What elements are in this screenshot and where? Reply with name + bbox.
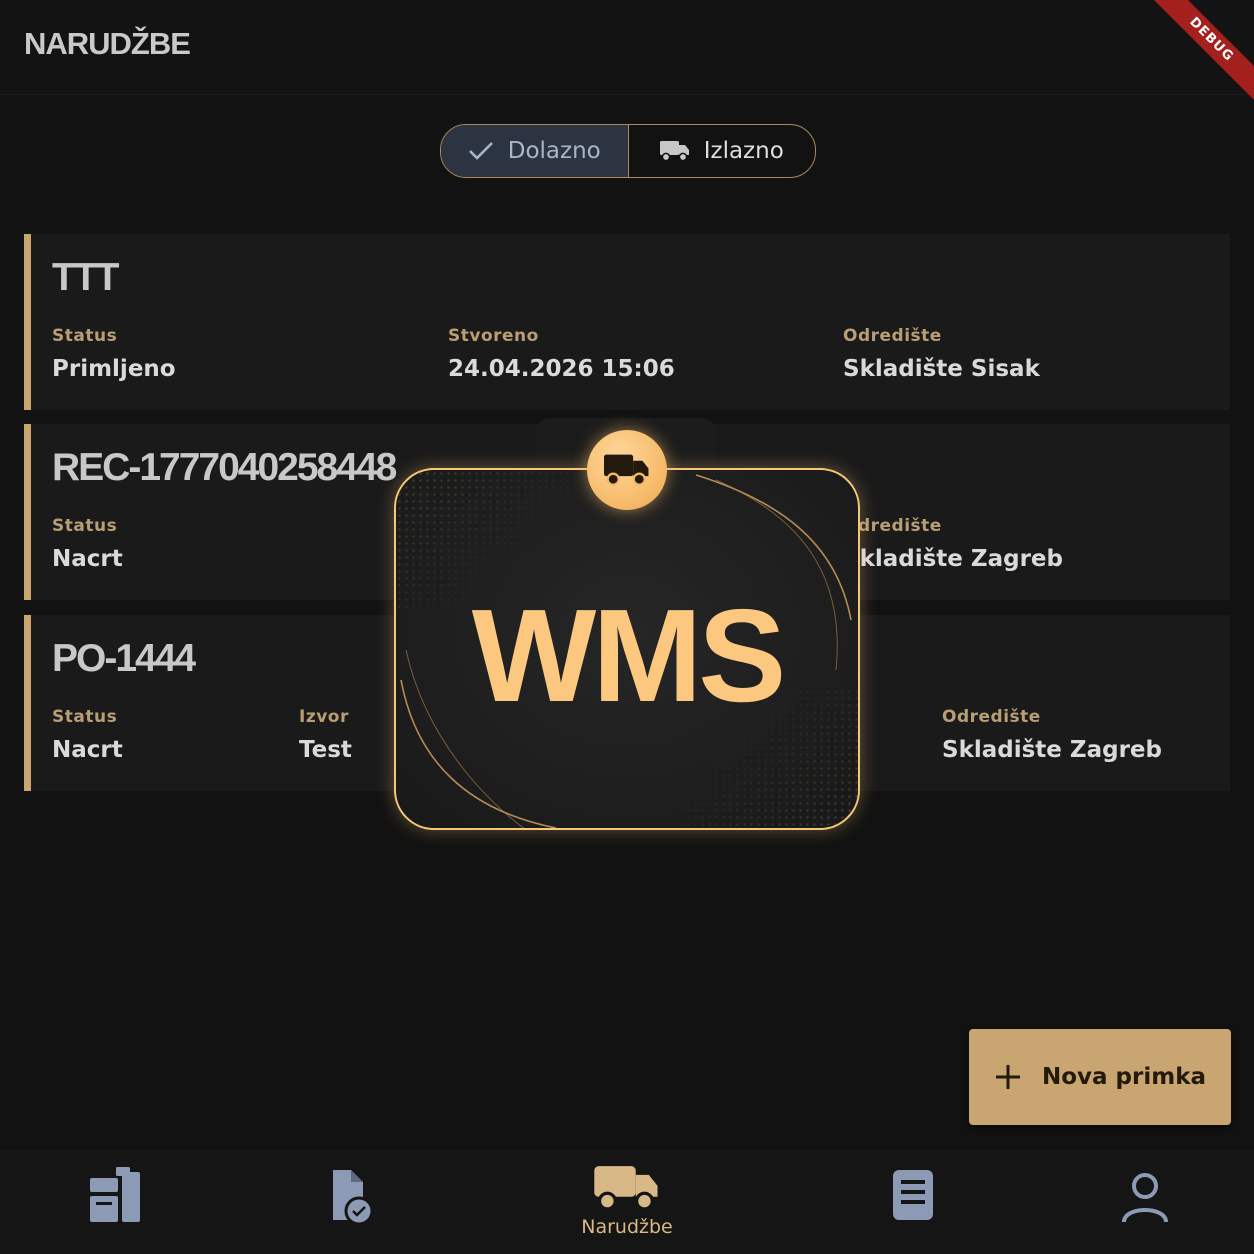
field-label: Odredište xyxy=(942,707,1041,727)
order-title: PO-1444 xyxy=(52,637,196,680)
field-value: Nacrt xyxy=(52,546,123,572)
field-value: Primljeno xyxy=(52,356,176,382)
order-title: REC-1777040258448 xyxy=(52,446,397,489)
field-value: Nacrt xyxy=(52,737,123,763)
field-value: Skladište Zagreb xyxy=(843,546,1063,572)
nav-item-documents[interactable] xyxy=(286,1164,406,1230)
nav-item-profile[interactable] xyxy=(1085,1164,1205,1230)
field-value: Skladište Sisak xyxy=(843,356,1040,382)
order-field-created: Stvoreno 24.04.2026 15:06 xyxy=(448,326,675,382)
toggle-incoming[interactable]: Dolazno xyxy=(441,125,629,177)
direction-toggle: Dolazno Izlazno xyxy=(440,124,816,178)
truck-icon xyxy=(659,141,689,162)
page-title: NARUDŽBE xyxy=(24,26,191,61)
order-field-status: Status Nacrt xyxy=(52,707,123,763)
user-icon xyxy=(1122,1173,1168,1223)
truck-icon xyxy=(594,1166,658,1211)
nav-label: Narudžbe xyxy=(581,1216,673,1238)
app-bar: NARUDŽBE xyxy=(0,0,1254,95)
bottom-navigation: Narudžbe xyxy=(0,1150,1254,1254)
field-value: Test xyxy=(299,737,352,763)
order-field-status: Status Primljeno xyxy=(52,326,176,382)
toggle-outgoing[interactable]: Izlazno xyxy=(629,125,816,177)
nav-item-catalog[interactable] xyxy=(855,1164,975,1230)
book-icon xyxy=(893,1170,933,1220)
splash-card: WMS xyxy=(394,468,860,830)
order-field-destination: Odredište Skladište Zagreb xyxy=(843,516,1063,572)
field-label: Odredište xyxy=(843,326,942,346)
order-field-destination: Odredište Skladište Zagreb xyxy=(942,707,1162,763)
order-field-status: Status Nacrt xyxy=(52,516,123,572)
order-field-source: Izvor Test xyxy=(299,707,352,763)
order-card[interactable]: TTT Status Primljeno Stvoreno 24.04.2026… xyxy=(24,234,1230,410)
field-label: Odredište xyxy=(843,516,942,536)
toggle-outgoing-label: Izlazno xyxy=(703,138,784,164)
truck-icon xyxy=(604,454,649,486)
new-receipt-button[interactable]: Nova primka xyxy=(969,1029,1231,1125)
field-value: Skladište Zagreb xyxy=(942,737,1162,763)
inventory-icon xyxy=(90,1167,140,1222)
nav-item-orders[interactable]: Narudžbe xyxy=(567,1164,687,1238)
field-label: Status xyxy=(52,516,118,536)
plus-icon xyxy=(995,1065,1020,1089)
order-field-destination: Odredište Skladište Sisak xyxy=(843,326,1040,382)
toggle-incoming-label: Dolazno xyxy=(507,138,601,164)
field-label: Izvor xyxy=(299,707,349,727)
document-check-icon xyxy=(333,1170,374,1226)
nav-item-inventory[interactable] xyxy=(54,1164,174,1230)
field-label: Status xyxy=(52,326,118,346)
field-value: 24.04.2026 15:06 xyxy=(448,356,675,382)
check-icon xyxy=(468,142,493,160)
new-receipt-label: Nova primka xyxy=(1041,1064,1207,1090)
field-label: Stvoreno xyxy=(448,326,539,346)
splash-logo-text: WMS xyxy=(471,582,787,729)
splash-badge xyxy=(587,430,667,510)
order-title: TTT xyxy=(52,256,119,299)
field-label: Status xyxy=(52,707,118,727)
